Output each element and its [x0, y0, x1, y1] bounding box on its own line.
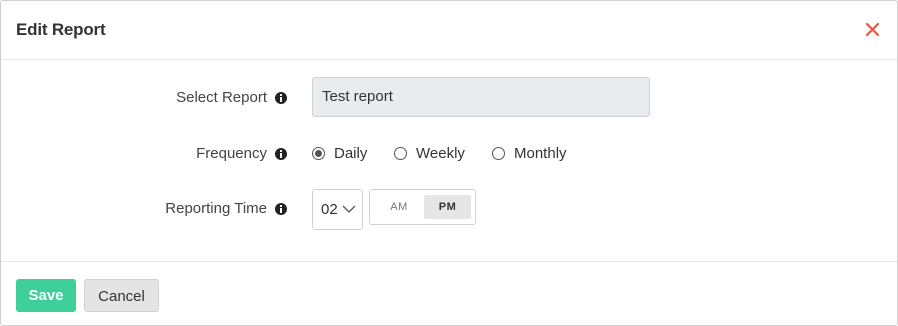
ampm-toggle: AM PM — [369, 189, 476, 225]
pm-button[interactable]: PM — [424, 195, 471, 219]
frequency-radio-monthly[interactable]: Monthly — [492, 145, 567, 162]
hour-value: 02 — [321, 201, 338, 218]
hour-select[interactable]: 02 — [312, 189, 363, 230]
select-report-label: Select Report — [176, 89, 267, 106]
radio-dot — [312, 147, 325, 160]
save-button[interactable]: Save — [16, 279, 76, 312]
frequency-radio-weekly[interactable]: Weekly — [394, 145, 465, 162]
am-button[interactable]: AM — [375, 195, 423, 219]
radio-label-weekly: Weekly — [416, 145, 465, 162]
cancel-button[interactable]: Cancel — [84, 279, 159, 312]
radio-dot — [492, 147, 505, 160]
select-report-field[interactable]: Test report — [312, 77, 650, 117]
radio-dot — [394, 147, 407, 160]
edit-report-modal: Edit Report Select Report Test report Fr… — [0, 0, 898, 326]
close-button[interactable] — [863, 20, 883, 40]
info-icon[interactable] — [275, 203, 287, 215]
modal-title: Edit Report — [16, 20, 106, 39]
radio-label-monthly: Monthly — [514, 145, 567, 162]
info-icon[interactable] — [275, 92, 287, 104]
frequency-radio-daily[interactable]: Daily — [312, 145, 367, 162]
info-icon[interactable] — [275, 148, 287, 160]
modal-header: Edit Report — [1, 1, 897, 60]
reporting-time-label: Reporting Time — [165, 200, 267, 217]
radio-label-daily: Daily — [334, 145, 368, 162]
chevron-down-icon — [342, 205, 356, 213]
close-icon — [865, 22, 880, 37]
frequency-label: Frequency — [196, 145, 267, 162]
modal-footer: Save Cancel — [1, 261, 897, 325]
